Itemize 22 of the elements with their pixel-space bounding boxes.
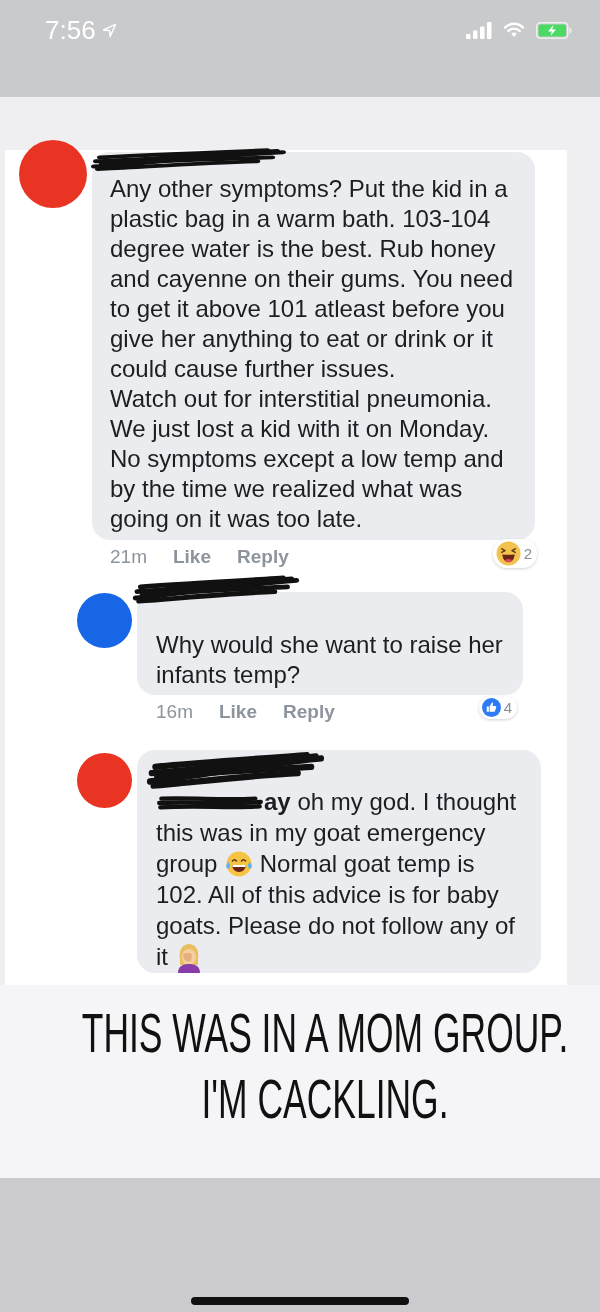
comment-action-link[interactable]: Like <box>172 544 211 570</box>
story-caption: THIS WAS IN A MOM GROUP. I'M CACKLING. <box>80 1000 570 1132</box>
reaction-summary[interactable]: 4 <box>478 696 517 719</box>
comment-time: 16m <box>156 700 193 724</box>
comment-text: ay oh my god. I thought this was in my goat emergency group Normal goat temp is 102. All of this advice is for baby goats. Please do not follow any of it <box>156 786 521 973</box>
comment-action-link[interactable]: Like <box>218 699 257 725</box>
reaction-count: 2 <box>523 544 532 563</box>
reaction-summary[interactable]: 2 <box>492 539 537 568</box>
mention-link[interactable]: ay <box>264 788 291 815</box>
laughing-face-icon <box>495 541 521 566</box>
comment-action-link[interactable]: Reply <box>283 699 335 725</box>
comment-time: 21m <box>110 545 147 569</box>
reaction-count: 4 <box>503 698 512 717</box>
wifi-icon <box>503 22 525 38</box>
laughing-emoji-icon <box>224 850 253 878</box>
signal-bars-icon <box>466 21 492 39</box>
comment-action-link[interactable]: Reply <box>237 544 289 570</box>
battery-charging-icon <box>536 21 572 39</box>
thumbs-up-icon <box>481 698 501 717</box>
comment-text: Any other symptoms? Put the kid in a plastic bag in a warm bath. 103-104 degree water is the best. Rub honey and cayenne on their gums. You need to get it above 101 atleast before you give her anything to eat or drink or it could cause further issues. Watch out for interstitial pneumonia. We just lost a kid with it on Monday. No symptoms except a low temp and by the time we realized what was going on it was too late. <box>110 174 514 534</box>
comment-text: Why would she want to raise her infants temp? <box>156 630 504 690</box>
location-arrow-icon <box>101 22 117 38</box>
